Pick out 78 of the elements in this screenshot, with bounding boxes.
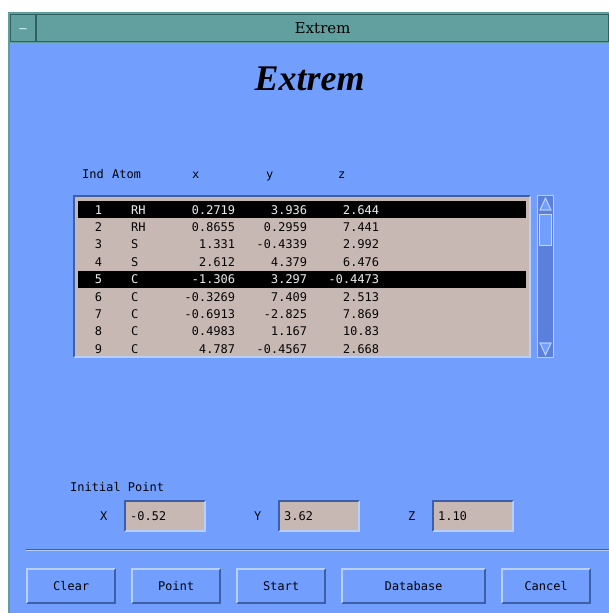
heading: Extrem	[253, 57, 366, 100]
table-cell-text: 2.992	[342, 237, 379, 252]
table-cell-text: 7.869	[342, 307, 379, 322]
list-row[interactable]: 7 C -0.6913 -2.825 7.869	[78, 305, 526, 323]
action-button[interactable]: Database	[341, 568, 486, 604]
table-cell-text: -1.306	[190, 272, 235, 286]
table-cell-text: 4.787	[198, 342, 235, 356]
table-cell-text: 0.2959	[262, 220, 307, 234]
table-cell-text: 2	[94, 220, 102, 234]
table-cell-text: 1.331	[198, 237, 235, 252]
table-cell-text: 1	[94, 202, 102, 217]
list-row[interactable]: 2 RH 0.8655 0.2959 7.441	[78, 218, 526, 236]
table-cell-text: S	[130, 254, 140, 269]
list-row[interactable]: 1 RH 0.2719 3.936 2.644	[78, 201, 526, 218]
scroll-down-icon[interactable]	[539, 342, 552, 356]
coordinate-field[interactable]: 3.62	[278, 500, 360, 532]
table-cell-text: -0.6913	[183, 307, 235, 322]
table-cell-text: -2.825	[262, 307, 307, 322]
table-cell-text: 2.668	[342, 342, 379, 356]
window-title: Extrem	[294, 18, 352, 39]
table-cell-text: 4	[94, 254, 102, 269]
field-label: Z	[408, 509, 416, 523]
action-button[interactable]: Cancel	[501, 568, 591, 604]
list-row[interactable]: 8 C 0.4983 1.167 10.83	[78, 322, 526, 340]
list-row[interactable]: 3 S 1.331 -0.4339 2.992	[78, 236, 526, 254]
table-cell-text: -0.3269	[183, 290, 235, 304]
action-button[interactable]: Point	[131, 568, 221, 604]
table-cell-text: 7.409	[270, 290, 307, 304]
table-cell-text: 6	[94, 290, 102, 304]
table-cell-text: 2.513	[342, 290, 379, 304]
table-cell-text: C	[130, 342, 140, 356]
scrollbar[interactable]	[537, 195, 554, 358]
table-cell-text: 2.644	[342, 202, 379, 217]
column-header: y	[266, 167, 274, 183]
table-cell-text: 7	[94, 307, 102, 322]
table-cell-text: RH	[130, 202, 146, 217]
table-cell-text: -0.4567	[255, 342, 307, 356]
table-cell-text: C	[130, 272, 140, 286]
table-cell-text: 10.83	[342, 324, 379, 338]
table-cell-text: 4.379	[270, 254, 307, 269]
coordinate-field[interactable]: 1.10	[432, 500, 514, 532]
table-cell-text: 9	[94, 342, 102, 356]
table-cell-text: C	[130, 290, 140, 304]
table-cell-text: 6.476	[342, 254, 379, 269]
table-cell-text: -0.4473	[327, 272, 379, 286]
field-label: Y	[254, 509, 262, 523]
field-label: X	[100, 509, 108, 523]
list-row[interactable]: 5 C -1.306 3.297 -0.4473	[78, 270, 526, 288]
column-header: Atom	[112, 167, 142, 183]
table-cell-text: 2.612	[198, 254, 235, 269]
table-cell-text: 0.8655	[190, 220, 235, 234]
table-cell-text: C	[130, 307, 140, 322]
table-cell-text: 3	[94, 237, 102, 252]
action-button[interactable]: Start	[236, 568, 326, 604]
initial-point-label: Initial Point	[70, 480, 164, 494]
column-header: Ind	[82, 167, 105, 183]
table-cell-text: -0.4339	[255, 237, 307, 252]
table-cell-text: 8	[94, 324, 102, 338]
table-cell-text: 3.936	[270, 202, 307, 217]
coordinate-field[interactable]: -0.52	[124, 500, 206, 532]
table-cell-text: 5	[94, 272, 102, 286]
list-row[interactable]: 4 S 2.612 4.379 6.476	[78, 253, 526, 271]
scroll-up-icon[interactable]	[539, 197, 552, 211]
table-cell-text: 0.4983	[190, 324, 235, 338]
table-cell-text: RH	[130, 220, 146, 234]
list-row[interactable]: 9 C 4.787 -0.4567 2.668	[78, 340, 526, 358]
table-cell-text: C	[130, 324, 140, 338]
table-cell-text: 1.167	[270, 324, 307, 338]
atom-list[interactable]	[73, 195, 531, 358]
table-cell-text: S	[130, 237, 140, 252]
scroll-thumb[interactable]	[539, 214, 552, 246]
action-button[interactable]: Clear	[26, 568, 116, 604]
column-header: z	[338, 167, 346, 183]
column-header: x	[192, 167, 200, 183]
table-cell-text: 0.2719	[190, 202, 235, 217]
table-cell-text: 3.297	[270, 272, 307, 286]
table-cell-text: 7.441	[342, 220, 379, 234]
list-row[interactable]: 6 C -0.3269 7.409 2.513	[78, 288, 526, 306]
